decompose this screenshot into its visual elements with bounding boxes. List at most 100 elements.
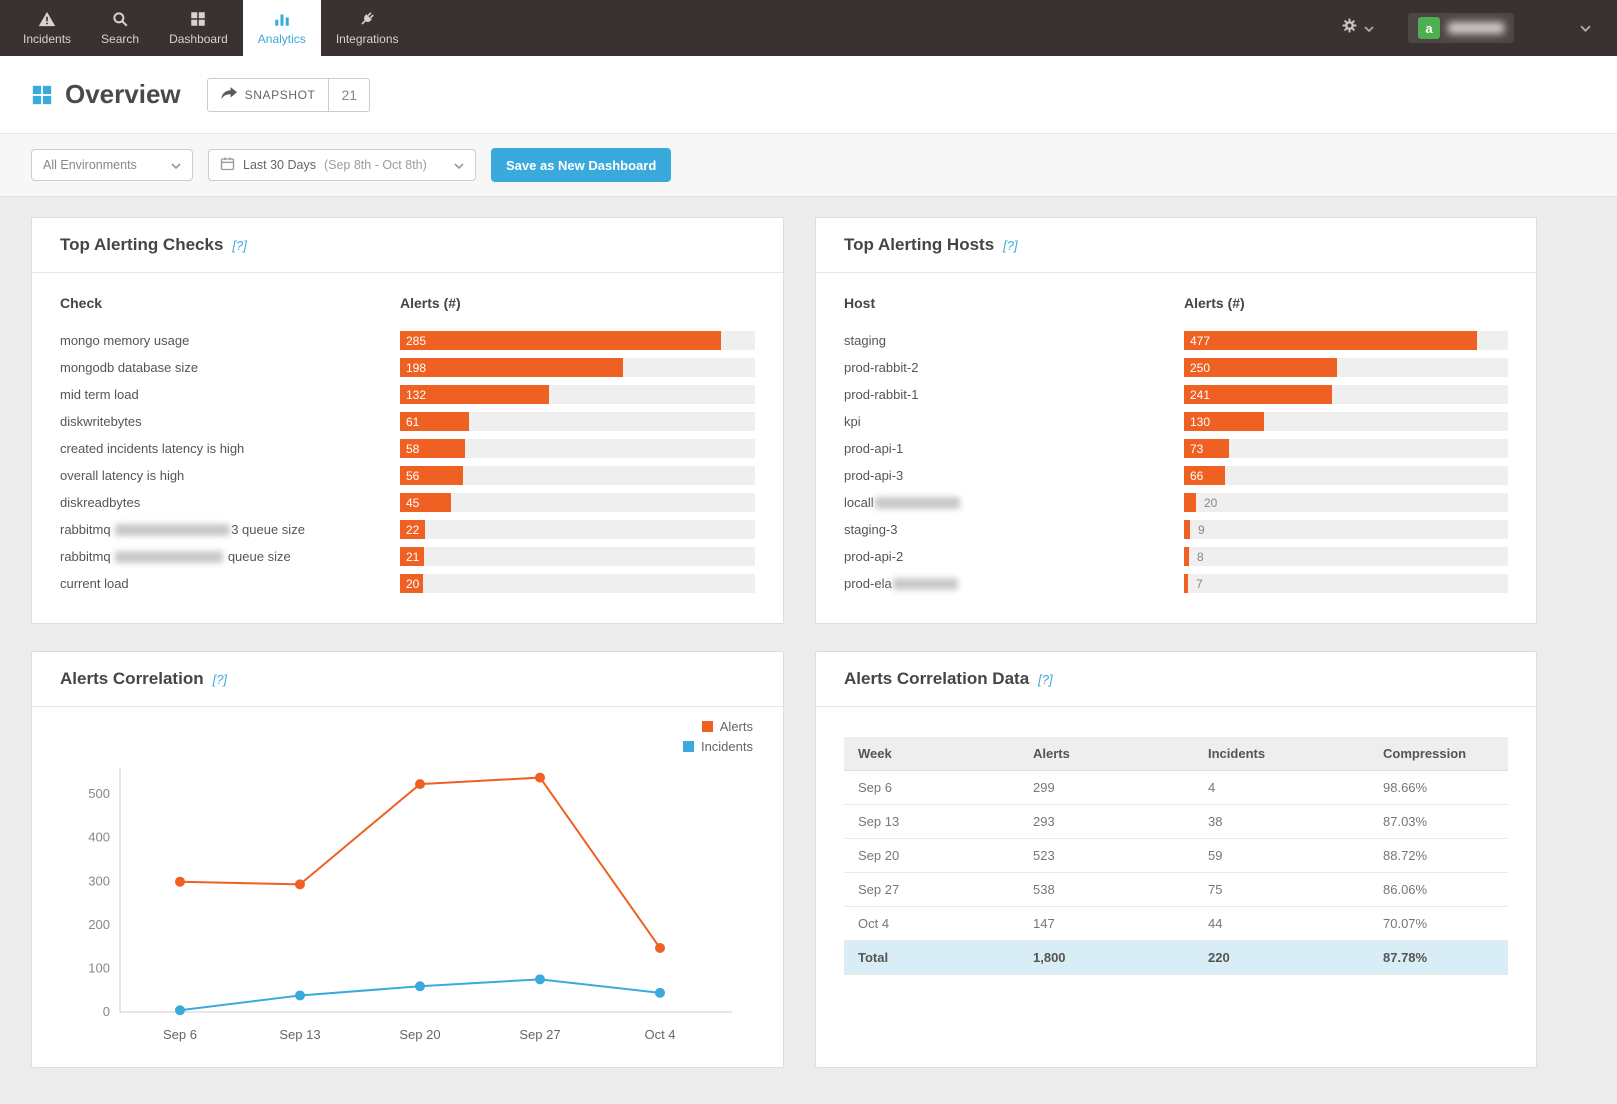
alerts-correlation-data-card: Alerts Correlation Data [?] WeekAlertsIn… — [815, 651, 1537, 1068]
bar-track: 8 — [1184, 547, 1508, 566]
table-row: mongodb database size198 — [60, 354, 755, 381]
svg-text:500: 500 — [88, 786, 110, 801]
bar-track: 20 — [400, 574, 755, 593]
bar-value: 130 — [1190, 415, 1210, 429]
bar-fill: 66 — [1184, 466, 1225, 485]
table-row: rabbitmq queue size21 — [60, 543, 755, 570]
bar-value: 250 — [1190, 361, 1210, 375]
top-nav: Incidents Search Dashboard Analytics Int… — [0, 0, 1617, 56]
card-title: Alerts Correlation — [60, 669, 204, 689]
share-arrow-icon — [221, 87, 237, 103]
row-label: mongo memory usage — [60, 333, 400, 348]
tab-incidents[interactable]: Incidents — [8, 0, 86, 56]
bar-fill: 45 — [400, 493, 451, 512]
chevron-down-icon — [1364, 19, 1374, 37]
daterange-select[interactable]: Last 30 Days (Sep 8th - Oct 8th) — [208, 149, 476, 181]
page-header: Overview SNAPSHOT 21 — [0, 56, 1617, 134]
table-cell: 75 — [1194, 873, 1369, 907]
help-link[interactable]: [?] — [232, 238, 246, 253]
table-row: mid term load132 — [60, 381, 755, 408]
user-menu[interactable]: a — [1408, 13, 1514, 43]
table-cell: 87.78% — [1369, 941, 1508, 975]
bar-track: 130 — [1184, 412, 1508, 431]
bar-track: 21 — [400, 547, 755, 566]
legend-label: Incidents — [701, 739, 753, 754]
row-label: prod-api-3 — [844, 468, 1184, 483]
environment-select[interactable]: All Environments — [31, 149, 193, 181]
row-label: rabbitmq queue size — [60, 549, 400, 564]
row-label: prod-api-2 — [844, 549, 1184, 564]
table-cell: 86.06% — [1369, 873, 1508, 907]
gear-icon — [1341, 17, 1358, 39]
redacted-text — [893, 578, 958, 590]
table-row: kpi130 — [844, 408, 1508, 435]
bar-fill — [1184, 493, 1196, 512]
column-header-alerts: Alerts (#) — [400, 295, 461, 311]
row-label: prod-rabbit-2 — [844, 360, 1184, 375]
column-header: Alerts — [1019, 737, 1194, 771]
tab-dashboard[interactable]: Dashboard — [154, 0, 243, 56]
bar-value: 61 — [406, 415, 419, 429]
bar-value: 45 — [406, 496, 419, 510]
table-row: mongo memory usage 285 — [60, 327, 755, 354]
table-cell: 38 — [1194, 805, 1369, 839]
nav-right: a — [1341, 0, 1617, 56]
legend-item-incidents: Incidents — [683, 739, 753, 754]
column-header: Week — [844, 737, 1019, 771]
top-alerting-hosts-card: Top Alerting Hosts [?] Host Alerts (#) s… — [815, 217, 1537, 624]
row-label: prod-api-1 — [844, 441, 1184, 456]
row-label: rabbitmq 3 queue size — [60, 522, 400, 537]
bar-fill: 132 — [400, 385, 549, 404]
table-row: Oct 41474470.07% — [844, 907, 1508, 941]
table-cell: 87.03% — [1369, 805, 1508, 839]
alerts-swatch — [702, 721, 713, 732]
bar-track: 9 — [1184, 520, 1508, 539]
help-link[interactable]: [?] — [1038, 672, 1052, 687]
column-header: Incidents — [1194, 737, 1369, 771]
bar-fill: 250 — [1184, 358, 1337, 377]
bar-track: 58 — [400, 439, 755, 458]
settings-menu[interactable] — [1341, 17, 1374, 39]
table-cell: 1,800 — [1019, 941, 1194, 975]
table-row: overall latency is high56 — [60, 462, 755, 489]
bar-track: 477 — [1184, 331, 1508, 350]
row-label: locall — [844, 495, 1184, 510]
grid-icon — [189, 10, 207, 28]
bar-track: 132 — [400, 385, 755, 404]
account-chevron-down-icon[interactable] — [1580, 25, 1591, 32]
alerts-correlation-line-chart: 0100200300400500Sep 6Sep 13Sep 20Sep 27O… — [60, 754, 755, 1054]
total-row: Total1,80022087.78% — [844, 941, 1508, 975]
bar-track: 73 — [1184, 439, 1508, 458]
table-row: Sep 205235988.72% — [844, 839, 1508, 873]
table-row: diskreadbytes 45 — [60, 489, 755, 516]
row-label: mid term load — [60, 387, 400, 402]
table-cell: 523 — [1019, 839, 1194, 873]
bar-value: 20 — [406, 577, 419, 591]
table-cell: 538 — [1019, 873, 1194, 907]
help-link[interactable]: [?] — [213, 672, 227, 687]
table-row: prod-ela7 — [844, 570, 1508, 597]
bar-value: 73 — [1190, 442, 1203, 456]
bar-value: 285 — [406, 334, 426, 348]
row-label: diskreadbytes — [60, 495, 400, 510]
svg-text:0: 0 — [103, 1004, 110, 1019]
search-icon — [111, 10, 129, 28]
svg-text:Sep 27: Sep 27 — [519, 1027, 560, 1042]
column-header-alerts: Alerts (#) — [1184, 295, 1245, 311]
bar-fill — [1184, 574, 1188, 593]
save-dashboard-button[interactable]: Save as New Dashboard — [491, 148, 671, 182]
tab-search[interactable]: Search — [86, 0, 154, 56]
table-cell: 220 — [1194, 941, 1369, 975]
tab-analytics[interactable]: Analytics — [243, 0, 321, 56]
help-link[interactable]: [?] — [1003, 238, 1017, 253]
table-row: Sep 132933887.03% — [844, 805, 1508, 839]
row-label: created incidents latency is high — [60, 441, 400, 456]
snapshot-button[interactable]: SNAPSHOT 21 — [207, 78, 370, 112]
calendar-icon — [220, 156, 235, 174]
table-row: staging477 — [844, 327, 1508, 354]
tab-integrations[interactable]: Integrations — [321, 0, 414, 56]
table-cell: Sep 27 — [844, 873, 1019, 907]
bar-value: 9 — [1198, 523, 1205, 537]
filter-bar: All Environments Last 30 Days (Sep 8th -… — [0, 134, 1617, 197]
bar-track: 241 — [1184, 385, 1508, 404]
